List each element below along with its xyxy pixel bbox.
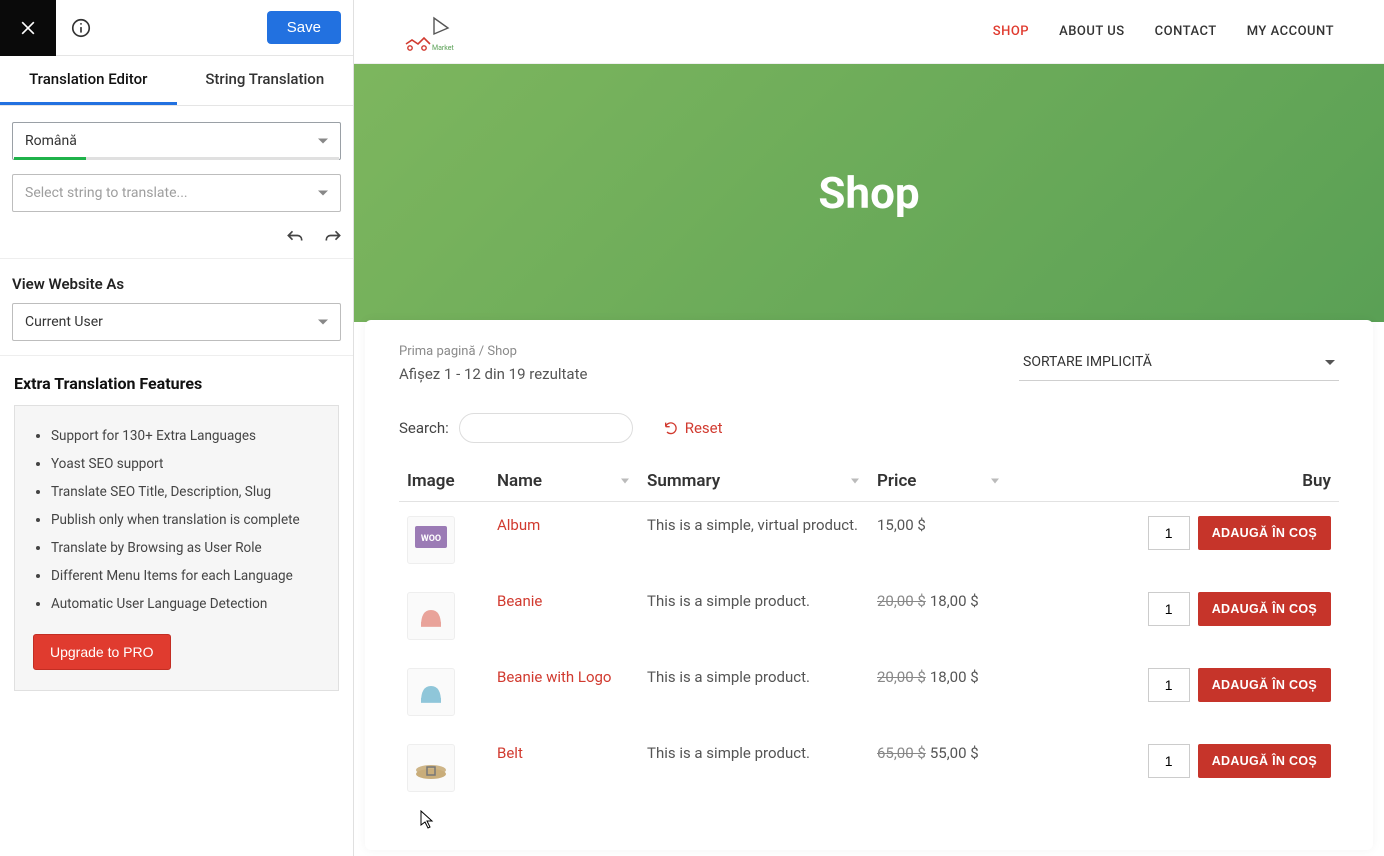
sort-select[interactable]: SORTARE IMPLICITĂ: [1019, 344, 1339, 381]
add-to-cart-button[interactable]: ADAUGĂ ÎN COȘ: [1198, 516, 1331, 550]
feature-item: Different Menu Items for each Language: [51, 562, 320, 590]
upgrade-button[interactable]: Upgrade to PRO: [33, 634, 171, 670]
product-name-link[interactable]: Beanie: [497, 592, 542, 610]
product-summary: This is a simple product.: [639, 578, 869, 654]
redo-icon[interactable]: [323, 228, 343, 248]
col-price[interactable]: Price: [869, 461, 1009, 502]
table-row: Beanie This is a simple product.20,00 $18…: [399, 578, 1339, 654]
product-price: 15,00 $: [869, 502, 1009, 579]
product-summary: This is a simple product.: [639, 730, 869, 806]
logo-icon: Market: [400, 10, 460, 54]
quantity-input[interactable]: [1148, 668, 1190, 702]
add-to-cart-button[interactable]: ADAUGĂ ÎN COȘ: [1198, 668, 1331, 702]
svg-text:WOO: WOO: [421, 534, 441, 544]
col-buy: Buy: [1009, 461, 1339, 502]
sidebar-topbar: Save: [0, 0, 353, 56]
feature-item: Translate SEO Title, Description, Slug: [51, 478, 320, 506]
nav-account[interactable]: MY ACCOUNT: [1247, 24, 1334, 39]
reset-button[interactable]: Reset: [663, 419, 723, 437]
quantity-input[interactable]: [1148, 592, 1190, 626]
product-name-link[interactable]: Beanie with Logo: [497, 668, 612, 686]
product-summary: This is a simple, virtual product.: [639, 502, 869, 579]
translation-progress: [14, 157, 339, 160]
product-summary: This is a simple product.: [639, 654, 869, 730]
feature-item: Translate by Browsing as User Role: [51, 534, 320, 562]
features-heading: Extra Translation Features: [0, 356, 353, 405]
product-price: 65,00 $55,00 $: [869, 730, 1009, 806]
undo-icon: [663, 420, 679, 436]
nav-shop[interactable]: SHOP: [993, 24, 1029, 39]
nav-about[interactable]: ABOUT US: [1059, 24, 1125, 39]
content-card: Prima pagină / Shop Afișez 1 - 12 din 19…: [365, 320, 1373, 850]
add-to-cart-button[interactable]: ADAUGĂ ÎN COȘ: [1198, 744, 1331, 778]
breadcrumb[interactable]: Prima pagină / Shop: [399, 344, 587, 359]
search-input[interactable]: [459, 413, 633, 443]
close-button[interactable]: [0, 0, 56, 56]
col-image: Image: [399, 461, 489, 502]
svg-text:Market: Market: [432, 44, 454, 52]
info-icon: [70, 17, 92, 39]
feature-item: Yoast SEO support: [51, 450, 320, 478]
results-count: Afișez 1 - 12 din 19 rezultate: [399, 365, 587, 383]
product-thumb[interactable]: [407, 744, 455, 792]
product-name-link[interactable]: Album: [497, 516, 540, 534]
tab-translation-editor[interactable]: Translation Editor: [0, 56, 177, 105]
quantity-input[interactable]: [1148, 516, 1190, 550]
table-row: Belt This is a simple product.65,00 $55,0…: [399, 730, 1339, 806]
product-thumb[interactable]: WOO: [407, 516, 455, 564]
string-select-placeholder: Select string to translate...: [25, 185, 188, 201]
feature-item: Support for 130+ Extra Languages: [51, 422, 320, 450]
view-as-select[interactable]: Current User: [12, 303, 341, 341]
table-row: WOO Album This is a simple, virtual produc…: [399, 502, 1339, 579]
site-header: Market SHOP ABOUT US CONTACT MY ACCOUNT: [354, 0, 1384, 64]
page-title: Shop: [818, 167, 919, 219]
editor-tabs: Translation Editor String Translation: [0, 56, 353, 106]
search-label: Search:: [399, 419, 449, 437]
nav-contact[interactable]: CONTACT: [1155, 24, 1217, 39]
products-table: Image Name Summary Price Buy WOO Album Thi…: [399, 461, 1339, 806]
view-as-label: View Website As: [0, 259, 353, 303]
product-thumb[interactable]: [407, 592, 455, 640]
string-select[interactable]: Select string to translate...: [12, 174, 341, 212]
translation-sidebar: Save Translation Editor String Translati…: [0, 0, 354, 856]
sort-value: SORTARE IMPLICITĂ: [1023, 354, 1152, 370]
table-row: Beanie with Logo This is a simple product…: [399, 654, 1339, 730]
reset-label: Reset: [685, 419, 723, 437]
close-icon: [18, 18, 38, 38]
product-price: 20,00 $18,00 $: [869, 578, 1009, 654]
info-button[interactable]: [56, 0, 106, 56]
tab-string-translation[interactable]: String Translation: [177, 56, 354, 105]
hero-banner: Shop: [354, 64, 1384, 322]
features-box: Support for 130+ Extra Languages Yoast S…: [14, 405, 339, 691]
col-summary[interactable]: Summary: [639, 461, 869, 502]
site-preview: Market SHOP ABOUT US CONTACT MY ACCOUNT …: [354, 0, 1384, 856]
product-thumb[interactable]: [407, 668, 455, 716]
feature-item: Publish only when translation is complet…: [51, 506, 320, 534]
language-select-value: Română: [25, 133, 77, 149]
product-name-link[interactable]: Belt: [497, 744, 523, 762]
undo-icon[interactable]: [285, 228, 305, 248]
site-logo[interactable]: Market: [400, 10, 460, 54]
add-to-cart-button[interactable]: ADAUGĂ ÎN COȘ: [1198, 592, 1331, 626]
quantity-input[interactable]: [1148, 744, 1190, 778]
save-button[interactable]: Save: [267, 11, 341, 44]
feature-item: Automatic User Language Detection: [51, 590, 320, 618]
view-as-value: Current User: [25, 314, 103, 330]
product-price: 20,00 $18,00 $: [869, 654, 1009, 730]
col-name[interactable]: Name: [489, 461, 639, 502]
main-nav: SHOP ABOUT US CONTACT MY ACCOUNT: [460, 24, 1334, 39]
language-select[interactable]: Română: [12, 122, 341, 160]
features-list: Support for 130+ Extra Languages Yoast S…: [33, 422, 320, 618]
